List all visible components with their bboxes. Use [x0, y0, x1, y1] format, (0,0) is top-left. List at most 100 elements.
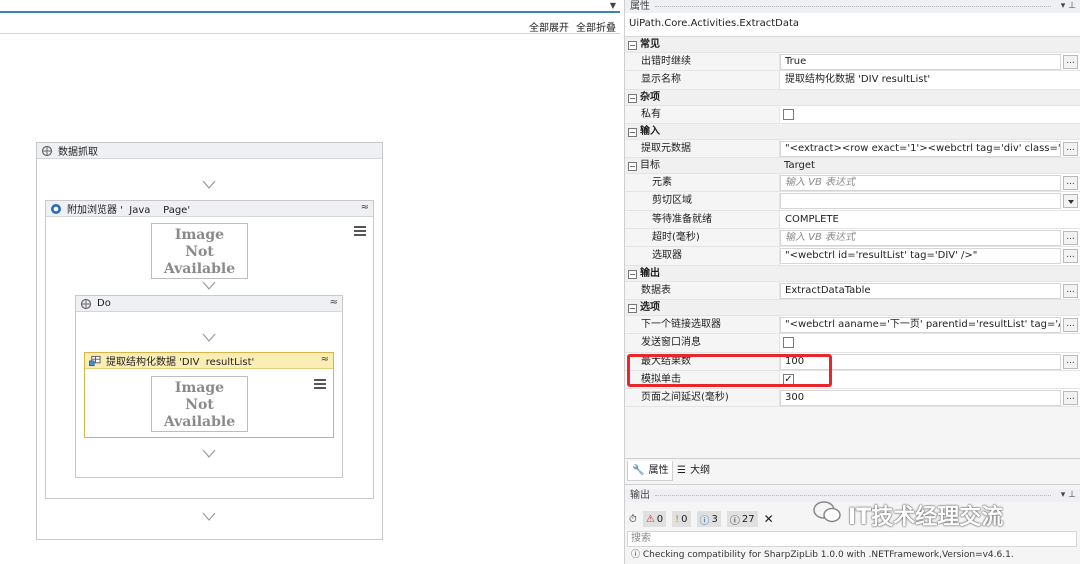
wrench-icon: 🔧	[632, 464, 645, 476]
collapse-toggle-icon[interactable]: −	[628, 93, 637, 103]
collapse-chevron-icon[interactable]: ≈	[361, 202, 369, 213]
tab-outline[interactable]: ☰ 大纲	[673, 461, 714, 481]
activity-type-name: UiPath.Core.Activities.ExtractData	[625, 13, 1080, 37]
designer-tab-strip: ▼	[0, 0, 620, 13]
send-window-messages-checkbox[interactable]	[783, 337, 794, 349]
grip-line	[655, 6, 1051, 7]
info-icon: ⓘ	[631, 550, 643, 560]
category-target[interactable]: − 目标 Target	[625, 158, 1080, 175]
element-input[interactable]: 输入 VB 表达式	[780, 175, 1061, 192]
ellipsis-button[interactable]: ...	[1063, 317, 1078, 332]
clear-icon[interactable]: ✕	[764, 512, 774, 526]
trace-icon: ⓘ	[729, 515, 740, 527]
errors-count: 0	[656, 513, 664, 525]
attach-browser-header[interactable]: 附加浏览器 ' Java Page' ≈	[46, 201, 373, 217]
ellipsis-button[interactable]: ...	[1063, 283, 1078, 298]
options-menu-icon[interactable]	[314, 379, 326, 389]
category-output[interactable]: − 输出	[625, 265, 1080, 282]
sequence-header[interactable]: 数据抓取	[37, 143, 382, 159]
extract-metadata-input[interactable]: "<extract><row exact='1'><webctrl tag='d…	[780, 140, 1061, 157]
log-text: Checking compatibility for SharpZipLib 1…	[642, 550, 1014, 560]
property-selector: 选取器 "<webctrl id='resultList' tag='DIV' …	[625, 247, 1080, 266]
property-label: 等待准备就绪	[625, 210, 780, 229]
options-menu-icon[interactable]	[354, 226, 366, 236]
private-checkbox[interactable]	[783, 108, 794, 120]
property-label: 页面之间延迟(毫秒)	[625, 389, 780, 407]
sequence-icon	[41, 145, 53, 157]
data-table-input[interactable]: ExtractDataTable	[780, 282, 1061, 299]
ellipsis-button[interactable]: ...	[1063, 141, 1078, 156]
property-label: 发送窗口消息	[625, 334, 780, 352]
placeholder-line: Image	[174, 227, 225, 243]
placeholder-line: Not	[185, 244, 214, 260]
extract-data-header[interactable]: 提取结构化数据 'DIV resultList' ≈	[85, 353, 333, 369]
extract-data-title: 提取结构化数据 'DIV resultList'	[106, 357, 255, 368]
continue-on-error-input[interactable]: True	[780, 54, 1061, 70]
clipping-region-select[interactable]	[780, 193, 1061, 210]
pin-icon[interactable]: ▾ ⊥	[1061, 489, 1076, 502]
output-search-input[interactable]: 搜索	[627, 531, 1077, 547]
property-delay-between-pages: 页面之间延迟(毫秒) 300 ...	[625, 389, 1080, 408]
tab-properties[interactable]: 🔧 属性	[627, 461, 674, 481]
collapse-toggle-icon[interactable]: −	[628, 127, 637, 137]
property-label: 模拟单击	[625, 370, 780, 389]
property-label: 选取器	[625, 247, 780, 265]
property-send-window-messages: 发送窗口消息	[625, 334, 1080, 353]
trace-filter-button[interactable]: ⓘ 27	[726, 511, 758, 527]
category-options[interactable]: − 选项	[625, 299, 1080, 316]
property-label: 超时(毫秒)	[625, 229, 780, 247]
property-display-name: 显示名称 提取结构化数据 'DIV resultList'	[625, 71, 1080, 90]
properties-title: 属性	[630, 1, 650, 12]
ellipsis-button[interactable]: ...	[1063, 249, 1078, 264]
wechat-icon	[812, 500, 842, 530]
placeholder-line: Image	[174, 380, 225, 396]
display-name-input[interactable]: 提取结构化数据 'DIV resultList'	[780, 72, 1061, 89]
simulate-click-checkbox[interactable]: ✓	[783, 373, 794, 385]
tab-label: 属性	[648, 464, 669, 476]
output-title: 输出	[630, 490, 650, 501]
ellipsis-button[interactable]: ...	[1063, 354, 1078, 369]
next-link-selector-input[interactable]: "<webctrl aaname='下一页' parentid='resultL…	[780, 316, 1061, 333]
info-icon: ⓘ	[699, 515, 710, 527]
ellipsis-button[interactable]: ...	[1063, 176, 1078, 191]
sequence-title: 数据抓取	[58, 147, 98, 158]
warnings-filter-button[interactable]: ! 0	[672, 511, 691, 527]
wait-for-ready-select[interactable]: COMPLETE	[780, 211, 1061, 228]
property-label: 最大结果数	[625, 352, 780, 370]
collapse-chevron-icon[interactable]: ≈	[321, 354, 329, 365]
errors-filter-button[interactable]: ⚠ 0	[642, 511, 667, 527]
log-line: ⓘ Checking compatibility for SharpZipLib…	[627, 548, 1072, 562]
delay-between-pages-input[interactable]: 300	[780, 390, 1061, 407]
collapse-toggle-icon[interactable]: −	[628, 162, 637, 172]
max-results-input[interactable]: 100	[780, 353, 1061, 370]
clock-icon[interactable]: ⏱	[629, 514, 637, 525]
ellipsis-button[interactable]: ...	[1063, 391, 1078, 406]
dropdown-arrow-icon[interactable]: ▼	[610, 1, 616, 10]
pin-icon[interactable]: ▾ ⊥	[1061, 0, 1076, 13]
collapse-all-link[interactable]: 全部折叠	[576, 19, 616, 34]
collapse-chevron-icon[interactable]: ≈	[330, 297, 338, 308]
app-window: ▼ 全部展开 全部折叠 数据抓取 附加浏览器 ' Java Page' ≈ Im…	[0, 0, 1080, 564]
expand-collapse-bar: 全部展开 全部折叠	[0, 16, 620, 34]
ellipsis-button[interactable]: ...	[1063, 55, 1078, 69]
timeout-input[interactable]: 输入 VB 表达式	[780, 230, 1061, 247]
properties-title-bar: 属性 ▾ ⊥	[625, 0, 1080, 13]
info-filter-button[interactable]: ⓘ 3	[696, 511, 721, 527]
category-common[interactable]: − 常见	[625, 37, 1080, 53]
ellipsis-button[interactable]: ...	[1063, 231, 1078, 246]
watermark-text: IT技术经理交流	[848, 505, 1004, 530]
expand-all-link[interactable]: 全部展开	[529, 19, 569, 34]
property-next-link-selector: 下一个链接选取器 "<webctrl aaname='下一页' parentid…	[625, 315, 1080, 335]
property-extract-metadata: 提取元数据 "<extract><row exact='1'><webctrl …	[625, 139, 1080, 159]
do-sequence-header[interactable]: Do ≈	[76, 296, 342, 312]
workflow-designer[interactable]: ▼ 全部展开 全部折叠 数据抓取 附加浏览器 ' Java Page' ≈ Im…	[0, 0, 620, 564]
category-misc[interactable]: − 杂项	[625, 89, 1080, 106]
collapse-toggle-icon[interactable]: −	[628, 41, 637, 50]
chevron-down-icon[interactable]	[1063, 194, 1078, 209]
target-value: Target	[784, 160, 815, 172]
selector-input[interactable]: "<webctrl id='resultList' tag='DIV' />"	[780, 248, 1061, 265]
collapse-toggle-icon[interactable]: −	[628, 269, 637, 279]
category-input[interactable]: − 输入	[625, 123, 1080, 140]
collapse-toggle-icon[interactable]: −	[628, 303, 637, 313]
property-simulate-click: 模拟单击 ✓	[625, 370, 1080, 390]
